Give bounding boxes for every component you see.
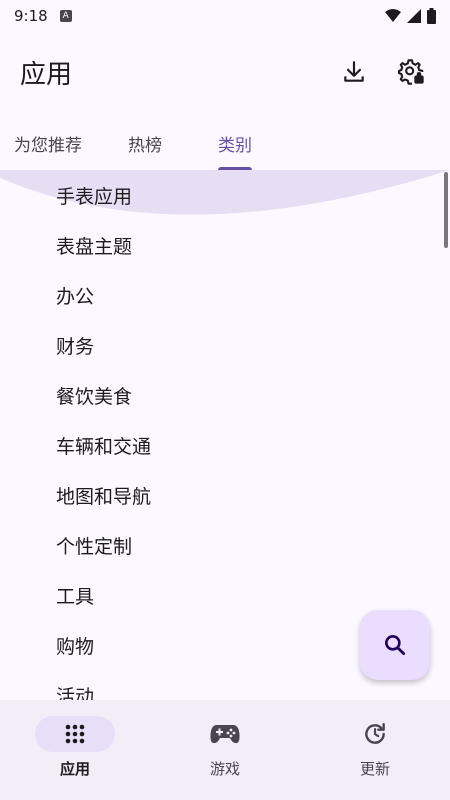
category-label: 车辆和交通 [56,435,152,458]
category-label: 地图和导航 [56,485,152,508]
nav-item-apps[interactable]: 应用 [0,700,150,800]
category-label: 手表应用 [56,185,133,208]
category-label: 购物 [56,635,95,658]
category-list-item[interactable]: 财务 [0,320,450,370]
tab-label: 类别 [218,135,252,156]
top-app-bar: 应用 [0,40,450,104]
category-label: 工具 [56,585,95,608]
category-label: 个性定制 [56,535,133,558]
notification-icon: A [59,10,72,22]
nav-active-indicator [35,716,115,752]
category-list-item[interactable]: 表盘主题 [0,220,450,270]
category-list-item[interactable]: 车辆和交通 [0,420,450,470]
nav-label: 应用 [59,760,90,778]
category-label: 表盘主题 [56,235,133,258]
bottom-navigation: 应用 游戏 更新 [0,700,450,800]
nav-item-games[interactable]: 游戏 [150,700,300,800]
wifi-icon [385,9,401,22]
nav-label: 更新 [359,760,390,778]
download-button[interactable] [336,54,372,90]
category-list-item[interactable]: 个性定制 [0,520,450,570]
category-label: 财务 [56,335,95,358]
tab-label: 为您推荐 [14,135,82,156]
tab-label: 热榜 [128,135,162,156]
category-list-item[interactable]: 手表应用 [0,170,450,220]
category-list-item[interactable]: 地图和导航 [0,470,450,520]
status-indicators [385,8,436,24]
battery-icon [427,8,436,24]
tab-hot-list[interactable]: 热榜 [128,116,162,170]
apps-grid-icon [65,724,85,744]
settings-button[interactable] [394,54,430,90]
app-bar-actions [336,54,430,90]
tab-recommended[interactable]: 为您推荐 [14,116,82,170]
tab-bar: 为您推荐 热榜 类别 [0,116,450,170]
nav-item-updates[interactable]: 更新 [300,700,450,800]
category-label: 餐饮美食 [56,385,133,408]
download-icon [344,61,364,82]
category-list-item[interactable]: 办公 [0,270,450,320]
category-label: 活动 [56,685,95,701]
status-time: 9:18 [14,7,48,25]
page-title: 应用 [20,59,73,90]
category-list-item[interactable]: 餐饮美食 [0,370,450,420]
tab-categories[interactable]: 类别 [218,116,252,170]
search-icon [385,635,406,656]
category-label: 办公 [56,285,95,308]
scrollbar[interactable] [444,172,448,248]
status-bar: 9:18 A [0,0,450,32]
search-button[interactable] [360,610,430,680]
update-icon [365,723,385,744]
gamepad-icon [210,725,240,744]
signal-icon [407,9,421,23]
settings-account-icon [398,59,424,85]
nav-label: 游戏 [209,760,240,778]
